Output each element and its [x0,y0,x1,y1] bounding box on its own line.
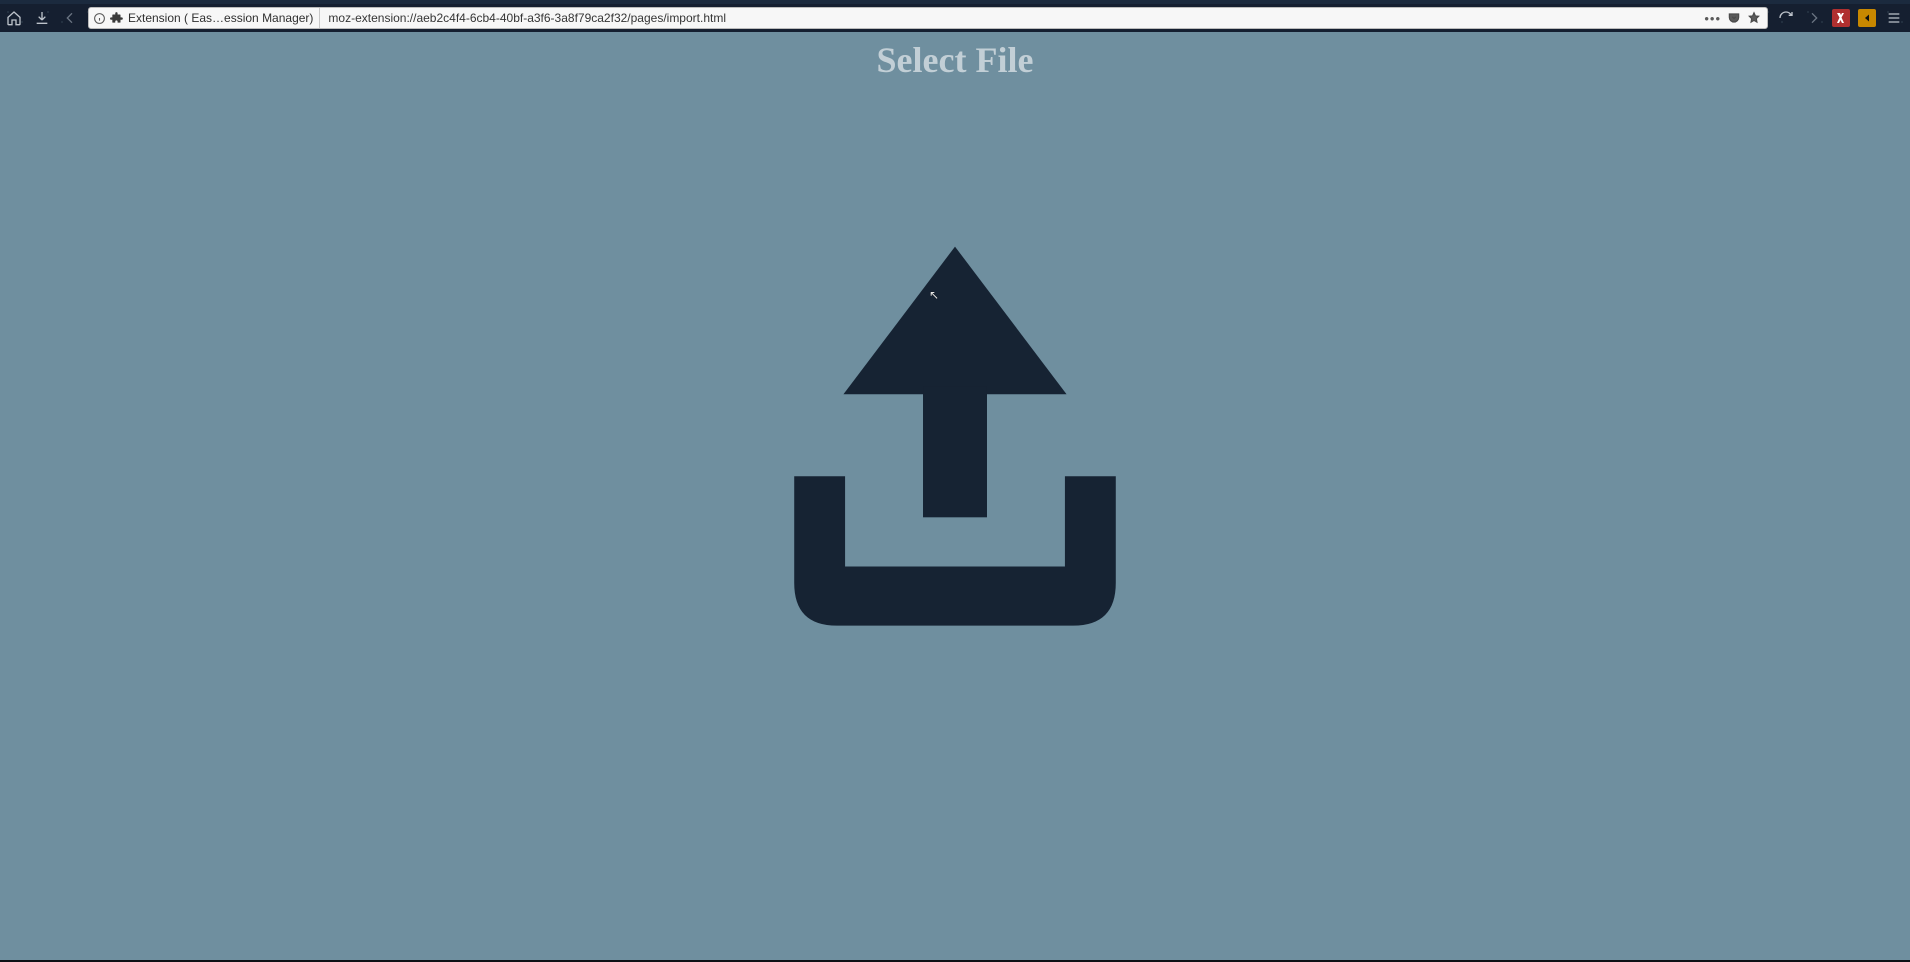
downloads-button[interactable] [32,8,52,28]
home-button[interactable] [4,8,24,28]
info-icon [93,12,106,25]
url-text: moz-extension://aeb2c4f4-6cb4-40bf-a3f6-… [324,11,1698,25]
identity-label: Extension ( Eas…ession Manager) [128,11,313,25]
browser-toolbar: Extension ( Eas…ession Manager) moz-exte… [0,4,1910,32]
extension-b-icon[interactable] [1858,9,1876,27]
extension-icon [110,11,124,25]
site-identity[interactable]: Extension ( Eas…ession Manager) [93,8,320,28]
bookmark-star-icon[interactable] [1747,11,1761,25]
reload-button[interactable] [1776,8,1796,28]
pocket-icon[interactable] [1727,11,1741,25]
menu-button[interactable] [1884,8,1904,28]
upload-icon [740,222,1170,642]
back-button[interactable] [60,8,80,28]
url-actions: ••• [1702,11,1763,26]
page-actions-button[interactable]: ••• [1704,11,1721,26]
extension-a-icon[interactable] [1832,9,1850,27]
address-bar[interactable]: Extension ( Eas…ession Manager) moz-exte… [88,7,1768,29]
forward-button[interactable] [1804,8,1824,28]
select-file-button[interactable] [740,222,1170,642]
toolbar-right [1776,8,1904,28]
page-content: Select File ↖ [0,32,1910,960]
page-title: Select File [0,32,1910,81]
